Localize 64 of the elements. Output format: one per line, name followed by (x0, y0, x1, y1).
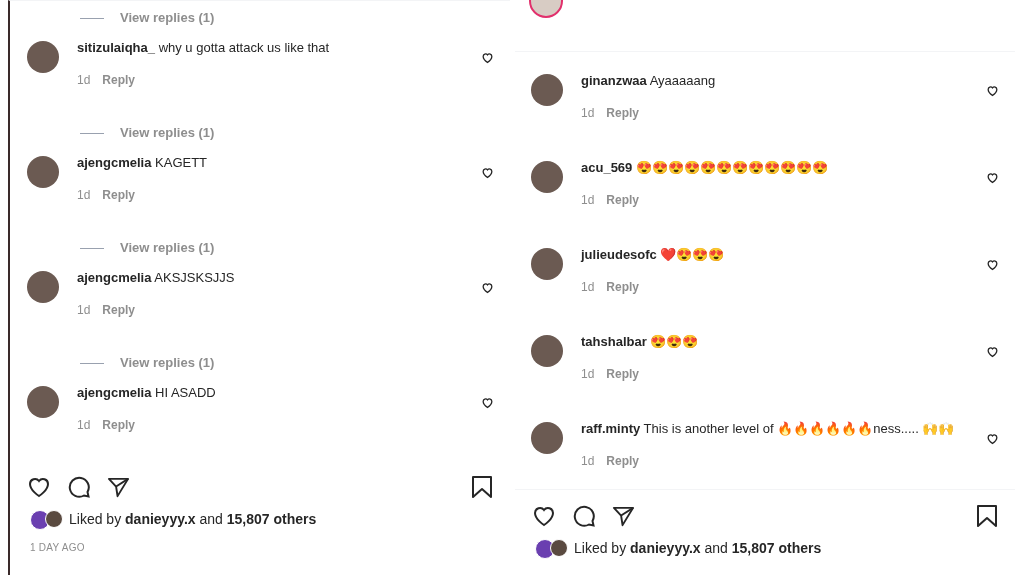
avatar (531, 335, 563, 367)
avatar (531, 422, 563, 454)
bookmark-icon[interactable] (976, 504, 998, 528)
comment-text: ajengcmelia AKSJSKSJJS (77, 269, 236, 288)
avatar (531, 74, 563, 106)
avatar (45, 509, 63, 528)
heart-icon[interactable] (532, 504, 556, 528)
heart-icon[interactable] (481, 396, 494, 410)
comment-text: acu_569 😍😍😍😍😍😍😍😍😍😍😍😍 (581, 159, 829, 177)
avatar (27, 41, 59, 74)
heart-icon[interactable] (481, 281, 494, 295)
comment-text: julieudesofc ❤😍😍😍 (581, 246, 726, 264)
likes-text: Liked by danieyyy.x and 15,807 others (69, 510, 317, 529)
comment-time: 1d (77, 302, 91, 320)
comment-time: 1d (581, 366, 595, 383)
comment-text: tahshalbar 😍😍😍 (581, 333, 700, 351)
avatar (27, 271, 59, 304)
bookmark-icon[interactable] (471, 475, 493, 499)
comment-time: 1d (77, 187, 91, 205)
avatar (27, 156, 59, 189)
reply-link[interactable]: Reply (102, 186, 136, 205)
reply-link[interactable]: Reply (606, 104, 640, 122)
view-replies-link[interactable]: View replies (1) (120, 123, 215, 143)
likes-text: Liked by danieyyy.x and 15,807 others (574, 539, 822, 558)
heart-icon[interactable] (986, 258, 999, 271)
comment-time: 1d (581, 105, 595, 122)
view-replies-link[interactable]: View replies (1) (120, 238, 215, 258)
avatar (531, 161, 563, 193)
reply-link[interactable]: Reply (102, 416, 136, 435)
heart-icon[interactable] (986, 432, 999, 445)
comment-text: ajengcmelia KAGETT (77, 154, 209, 173)
heart-icon[interactable] (986, 171, 999, 184)
view-replies-link[interactable]: View replies (1) (120, 8, 215, 28)
comment-text: ginanzwaa Ayaaaaang (581, 72, 717, 90)
comment-text: ajengcmelia HI ASADD (77, 384, 217, 403)
reply-link[interactable]: Reply (606, 278, 640, 296)
heart-icon[interactable] (481, 166, 494, 180)
avatar (550, 538, 568, 557)
send-icon[interactable] (107, 475, 130, 499)
reply-link[interactable]: Reply (606, 452, 640, 470)
avatar (531, 248, 563, 280)
comment-text: sitizulaiqha_ why u gotta attack us like that (77, 39, 331, 58)
send-icon[interactable] (612, 504, 635, 528)
avatar (535, 538, 555, 559)
heart-icon[interactable] (481, 51, 494, 65)
reply-link[interactable]: Reply (606, 191, 640, 209)
comment-time: 1d (581, 453, 595, 470)
reply-link[interactable]: Reply (606, 365, 640, 383)
avatar (30, 509, 50, 530)
comment-time: 1d (77, 72, 91, 90)
reply-link[interactable]: Reply (102, 71, 136, 90)
comment-text: raff.minty This is another level of 🔥🔥🔥🔥🔥🔥ness..... 🙌🙌 (581, 420, 956, 438)
reply-link[interactable]: Reply (102, 301, 136, 320)
post-date: 1 DAY AGO (29, 541, 86, 555)
comment-time: 1d (77, 417, 91, 435)
avatar (27, 386, 59, 419)
view-replies-link[interactable]: View replies (1) (120, 353, 215, 373)
comment-time: 1d (581, 192, 595, 209)
heart-icon[interactable] (27, 475, 51, 499)
comment-icon[interactable] (67, 475, 91, 499)
heart-icon[interactable] (986, 345, 999, 358)
comment-time: 1d (581, 279, 595, 296)
heart-icon[interactable] (986, 84, 999, 97)
comment-icon[interactable] (572, 504, 596, 528)
